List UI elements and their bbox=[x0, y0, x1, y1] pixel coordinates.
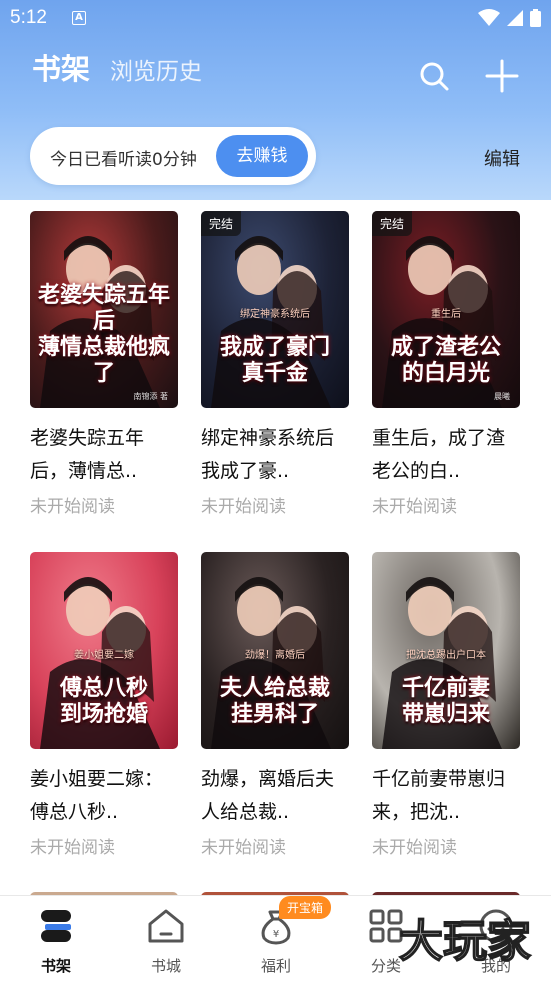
cover-author: 晨曦 bbox=[494, 392, 510, 401]
book-title[interactable]: 重生后，成了渣老公的白.. bbox=[372, 422, 522, 488]
book-item[interactable]: 姜小姐要二嫁傅总八秒 到场抢婚姜小姐要二嫁：傅总八秒.. 未开始阅读 bbox=[30, 552, 180, 858]
gesture-bar bbox=[0, 977, 551, 981]
battery-icon bbox=[530, 9, 541, 27]
profile-icon bbox=[479, 909, 513, 943]
reading-status: 未开始阅读 bbox=[30, 497, 115, 517]
store-icon bbox=[148, 909, 184, 943]
book-item[interactable]: 完结绑定神豪系统后我成了豪门 真千金绑定神豪系统后我成了豪.. 未开始阅读 bbox=[201, 211, 351, 517]
svg-text:¥: ¥ bbox=[273, 929, 279, 940]
book-cover[interactable]: 把沈总踢出户口本千亿前妻 带崽归来 bbox=[372, 552, 520, 749]
book-title[interactable]: 姜小姐要二嫁：傅总八秒.. bbox=[30, 763, 180, 829]
cover-author: 南锦添 著 bbox=[133, 392, 168, 401]
tab-bookshelf[interactable]: 书架 bbox=[32, 46, 90, 88]
book-title[interactable]: 千亿前妻带崽归来，把沈.. bbox=[372, 763, 522, 829]
wifi-icon bbox=[478, 9, 500, 26]
book-item[interactable]: 把沈总踢出户口本千亿前妻 带崽归来千亿前妻带崽归来，把沈.. 未开始阅读 bbox=[372, 552, 522, 858]
status-icons bbox=[478, 9, 541, 27]
cover-title: 傅总八秒 到场抢婚 bbox=[59, 675, 148, 727]
add-icon[interactable] bbox=[484, 58, 520, 94]
signal-icon bbox=[507, 10, 523, 26]
nav-store[interactable]: 书城 bbox=[126, 906, 206, 976]
book-cover[interactable]: 完结重生后成了渣老公 的白月光晨曦 bbox=[372, 211, 520, 408]
tab-history[interactable]: 浏览历史 bbox=[110, 52, 202, 86]
reading-status: 未开始阅读 bbox=[372, 838, 457, 858]
edit-button[interactable]: 编辑 bbox=[484, 145, 520, 171]
notification-a-icon: A bbox=[72, 11, 86, 25]
book-title[interactable]: 劲爆，离婚后夫人给总裁.. bbox=[201, 763, 351, 829]
search-icon[interactable] bbox=[418, 60, 450, 92]
nav-bookshelf[interactable]: 书架 bbox=[16, 906, 96, 976]
cover-title: 我成了豪门 真千金 bbox=[219, 334, 330, 386]
cover-title: 成了渣老公 的白月光 bbox=[390, 334, 501, 386]
reading-time-text: 今日已看听读0分钟 bbox=[50, 150, 197, 170]
bottom-navigation: 书架 书城 ¥ 福利 分类 我的 bbox=[0, 895, 551, 981]
book-cover[interactable]: 老婆失踪五年后 薄情总裁他疯了南锦添 著 bbox=[30, 211, 178, 408]
status-bar: 5:12 A bbox=[0, 0, 551, 36]
nav-label-bookshelf: 书架 bbox=[40, 957, 71, 975]
earn-money-button[interactable]: 去赚钱 bbox=[216, 135, 308, 177]
top-tabs: 书架 浏览历史 bbox=[32, 46, 202, 88]
reading-status: 未开始阅读 bbox=[201, 838, 286, 858]
bookshelf-icon bbox=[41, 910, 71, 942]
completed-badge: 完结 bbox=[201, 211, 242, 236]
nav-category[interactable]: 分类 bbox=[346, 906, 426, 976]
book-cover[interactable]: 完结绑定神豪系统后我成了豪门 真千金 bbox=[201, 211, 349, 408]
nav-label-welfare: 福利 bbox=[260, 957, 291, 975]
book-title[interactable]: 老婆失踪五年后，薄情总.. bbox=[30, 422, 180, 488]
nav-label-profile: 我的 bbox=[480, 957, 511, 975]
treasure-chest-badge[interactable]: 开宝箱 bbox=[279, 896, 332, 919]
category-icon bbox=[369, 909, 403, 943]
reading-time-card: 今日已看听读0分钟 去赚钱 bbox=[30, 127, 316, 185]
completed-badge: 完结 bbox=[372, 211, 413, 236]
book-item[interactable]: 劲爆！离婚后夫人给总裁 挂男科了劲爆，离婚后夫人给总裁.. 未开始阅读 bbox=[201, 552, 351, 858]
reading-status: 未开始阅读 bbox=[30, 838, 115, 858]
nav-label-store: 书城 bbox=[150, 957, 181, 975]
header-background: 5:12 A 书架 浏览历史 今日已看听读0分钟 去赚钱 编辑 bbox=[0, 0, 551, 200]
cover-subtitle: 重生后 bbox=[431, 309, 461, 320]
book-item[interactable]: 完结重生后成了渣老公 的白月光晨曦重生后，成了渣老公的白.. 未开始阅读 bbox=[372, 211, 522, 517]
cover-title: 夫人给总裁 挂男科了 bbox=[219, 675, 330, 727]
cover-subtitle: 劲爆！离婚后 bbox=[245, 650, 305, 661]
reading-status: 未开始阅读 bbox=[201, 497, 286, 517]
cover-subtitle: 姜小姐要二嫁 bbox=[74, 650, 134, 661]
bookshelf-grid: 老婆失踪五年后 薄情总裁他疯了 南锦添 著老婆失踪五年后，薄情总.. 未开始阅读 完结… bbox=[0, 200, 551, 895]
book-cover[interactable]: 姜小姐要二嫁傅总八秒 到场抢婚 bbox=[30, 552, 178, 749]
cover-title: 老婆失踪五年后 薄情总裁他疯了 bbox=[37, 282, 170, 386]
cover-subtitle: 把沈总踢出户口本 bbox=[406, 650, 486, 661]
cover-subtitle: 绑定神豪系统后 bbox=[240, 309, 310, 320]
reading-status: 未开始阅读 bbox=[372, 497, 457, 517]
nav-profile[interactable]: 我的 bbox=[456, 906, 536, 976]
book-title[interactable]: 绑定神豪系统后我成了豪.. bbox=[201, 422, 351, 488]
cover-title: 千亿前妻 带崽归来 bbox=[401, 675, 490, 727]
book-cover[interactable]: 劲爆！离婚后夫人给总裁 挂男科了 bbox=[201, 552, 349, 749]
book-item[interactable]: 老婆失踪五年后 薄情总裁他疯了南锦添 著老婆失踪五年后，薄情总.. 未开始阅读 bbox=[30, 211, 180, 517]
status-time: 5:12 bbox=[10, 7, 47, 28]
nav-label-category: 分类 bbox=[370, 957, 401, 975]
